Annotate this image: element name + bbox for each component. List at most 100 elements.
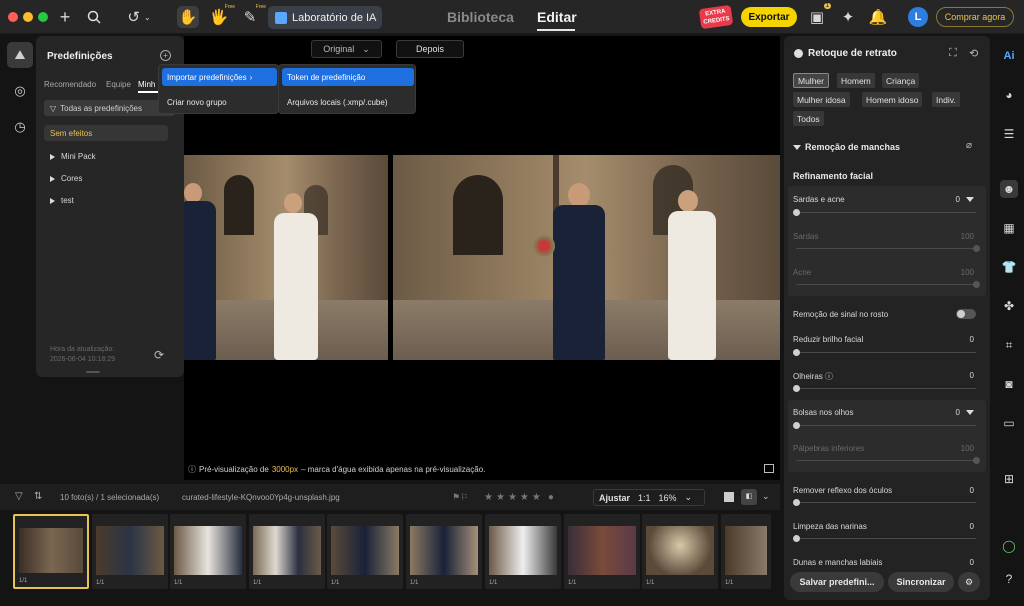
add-preset-icon[interactable]: + xyxy=(160,50,171,61)
freckles-value[interactable]: 0 xyxy=(956,195,974,204)
dark-circles-slider[interactable] xyxy=(793,385,976,392)
ai-icon[interactable]: Ai xyxy=(1000,47,1018,65)
chip-woman[interactable]: Mulher xyxy=(793,73,829,88)
buy-now-button[interactable]: Comprar agora xyxy=(936,7,1014,27)
shine-slider[interactable] xyxy=(793,349,976,356)
crop-icon[interactable]: ⌗ xyxy=(1000,336,1018,354)
search-icon[interactable] xyxy=(84,6,104,28)
chip-man[interactable]: Homem xyxy=(837,73,875,88)
minimize-window-button[interactable] xyxy=(23,12,33,22)
close-window-button[interactable] xyxy=(8,12,18,22)
sardas-slider[interactable] xyxy=(796,245,980,252)
save-preset-button[interactable]: Salvar predefini... xyxy=(790,572,884,592)
local-files-menu-item[interactable]: Arquivos locais (.xmp/.cube) xyxy=(282,93,414,111)
filter-icon[interactable]: ▽ xyxy=(15,491,23,502)
folder-cores[interactable]: Cores xyxy=(50,174,82,183)
folder-icon[interactable]: ▭ xyxy=(1000,414,1018,432)
eye-bags-slider[interactable] xyxy=(793,422,976,429)
thumbnail[interactable]: 1/1 xyxy=(13,514,89,589)
glasses-slider[interactable] xyxy=(793,499,976,506)
chevron-down-icon[interactable]: ⌄ xyxy=(685,492,693,503)
thumbnail[interactable]: 1/1 xyxy=(170,514,246,589)
resize-grip[interactable] xyxy=(86,371,100,373)
face-detect-icon[interactable]: ⛶ xyxy=(949,47,957,60)
new-group-menu-item[interactable]: Criar novo grupo xyxy=(162,93,277,111)
dark-circles-value[interactable]: 0 xyxy=(970,371,974,380)
fit-button[interactable]: Ajustar xyxy=(599,493,630,503)
paw-icon[interactable]: ✤ xyxy=(1000,297,1018,315)
zoom-value[interactable]: 16% xyxy=(659,493,677,503)
flag-icon[interactable]: ⚑⚐ xyxy=(452,492,468,503)
thumbnail[interactable]: 1/1 xyxy=(92,514,168,589)
chevron-down-icon[interactable]: ⌄ xyxy=(762,491,770,502)
star-icon[interactable]: ★ xyxy=(496,492,505,503)
sort-icon[interactable]: ⇅ xyxy=(34,491,42,502)
slider-knob[interactable] xyxy=(793,499,800,506)
preset-token-menu-item[interactable]: Token de predefinição xyxy=(282,68,414,86)
compare-view-icon[interactable]: ◧ xyxy=(741,489,757,505)
slider-knob[interactable] xyxy=(793,349,800,356)
folder-test[interactable]: test xyxy=(50,196,74,205)
tab-mine[interactable]: Minh xyxy=(138,80,155,89)
slider-knob[interactable] xyxy=(973,245,980,252)
avatar[interactable]: L xyxy=(908,7,928,27)
tab-recommended[interactable]: Recomendado xyxy=(44,80,96,89)
presets-rail-icon[interactable]: ⛰ xyxy=(7,42,33,68)
ai-lab-button[interactable]: Laboratório de IA xyxy=(268,6,382,29)
blemish-section-header[interactable]: Remoção de manchas xyxy=(793,142,900,152)
eraser-icon[interactable]: ⌀ xyxy=(966,140,972,151)
gift-icon[interactable]: ✦ xyxy=(838,6,858,28)
lips-value[interactable]: 0 xyxy=(970,558,974,567)
tab-team[interactable]: Equipe xyxy=(106,80,131,89)
lower-lids-slider[interactable] xyxy=(796,457,980,464)
glasses-value[interactable]: 0 xyxy=(970,486,974,495)
hand-tool-icon[interactable]: ✋ xyxy=(177,6,199,28)
thumbnail[interactable]: 1/1 xyxy=(721,514,771,589)
acne-slider[interactable] xyxy=(796,281,980,288)
chip-individual[interactable]: Indiv. xyxy=(932,92,960,107)
settings-gear-icon[interactable]: ⚙ xyxy=(958,572,980,592)
slider-knob[interactable] xyxy=(793,535,800,542)
history-clock-icon[interactable]: ◷ xyxy=(7,114,33,140)
plus-icon[interactable]: + xyxy=(56,6,74,28)
folder-mini-pack[interactable]: Mini Pack xyxy=(50,152,96,161)
slider-knob[interactable] xyxy=(793,385,800,392)
thumbnail[interactable]: 1/1 xyxy=(485,514,561,589)
color-label-icon[interactable]: ● xyxy=(548,492,554,503)
thumbnail[interactable]: 1/1 xyxy=(249,514,325,589)
task-list-icon[interactable]: ▣ 1 xyxy=(808,3,831,28)
chip-child[interactable]: Criança xyxy=(882,73,920,88)
help-icon[interactable]: ? xyxy=(1000,570,1018,588)
star-icon[interactable]: ★ xyxy=(520,492,529,503)
help-icon[interactable]: ⓘ xyxy=(825,372,833,381)
thumbnail[interactable]: 1/1 xyxy=(642,514,718,589)
star-rating[interactable]: ★ ★ ★ ★ ★ ● xyxy=(484,492,554,503)
after-button[interactable]: Depois xyxy=(396,40,464,58)
reset-icon[interactable]: ⟲ xyxy=(969,47,978,60)
star-icon[interactable]: ★ xyxy=(484,492,493,503)
bell-icon[interactable]: 🔔 xyxy=(869,6,888,28)
no-effects-item[interactable]: Sem efeitos xyxy=(44,125,168,141)
split-view-icon[interactable] xyxy=(764,464,774,473)
nostrils-slider[interactable] xyxy=(793,535,976,542)
task-progress-icon[interactable]: ◯ xyxy=(1000,537,1018,555)
chip-all[interactable]: Todos xyxy=(793,111,824,126)
slider-knob[interactable] xyxy=(793,422,800,429)
clothing-icon[interactable]: 👕 xyxy=(1000,258,1018,276)
thumbnail[interactable]: 1/1 xyxy=(564,514,640,589)
star-icon[interactable]: ★ xyxy=(508,492,517,503)
chip-older-woman[interactable]: Mulher idosa xyxy=(793,92,850,107)
portrait-face-icon[interactable]: ☻ xyxy=(1000,180,1018,198)
one-to-one-button[interactable]: 1:1 xyxy=(638,493,651,503)
extra-credits-badge[interactable]: EXTRA CREDITS xyxy=(698,4,734,30)
texture-rail-icon[interactable]: ◎ xyxy=(7,78,33,104)
ai-brush-icon[interactable]: 🖐 Free xyxy=(209,4,235,28)
thumbnail[interactable]: 1/1 xyxy=(406,514,482,589)
original-dropdown[interactable]: Original ⌄ xyxy=(311,40,382,58)
maximize-window-button[interactable] xyxy=(38,12,48,22)
single-view-icon[interactable] xyxy=(724,492,734,502)
refresh-icon[interactable]: ⟳ xyxy=(154,348,164,362)
eraser-icon[interactable]: ✎ Free xyxy=(240,4,266,28)
tab-library[interactable]: Biblioteca xyxy=(447,9,514,25)
palette-icon[interactable]: ◕ xyxy=(1000,86,1018,104)
